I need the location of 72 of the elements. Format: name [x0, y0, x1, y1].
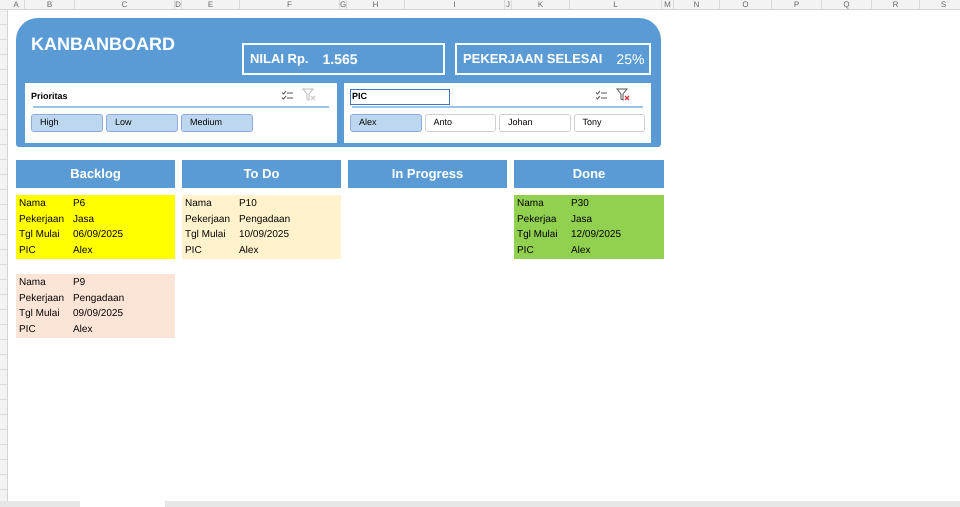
multi-select-icon[interactable] — [595, 90, 608, 100]
kanban-column-header: To Do — [182, 160, 341, 188]
field-label: PIC — [184, 244, 203, 258]
field-label: Nama — [184, 197, 213, 212]
field-value: P9 — [73, 276, 86, 290]
column-header[interactable]: B — [25, 0, 75, 9]
slicer-title: Prioritas — [31, 90, 68, 103]
column-header[interactable]: I — [405, 0, 505, 9]
slicer-item[interactable]: Low — [106, 114, 178, 132]
field-label: Nama — [18, 276, 47, 290]
field-value: Jasa — [571, 212, 592, 227]
field-label: Nama — [18, 197, 47, 212]
kanban-column-header: Done — [514, 160, 664, 188]
column-header[interactable]: A — [8, 0, 25, 9]
column-header[interactable]: P — [772, 0, 822, 9]
field-value: 09/09/2025 — [73, 307, 124, 322]
field-label: Pekerjaan — [18, 292, 66, 306]
field-label: PIC — [18, 322, 37, 337]
field-label: Pekerjaa — [516, 212, 558, 227]
field-label: Tgl Mulai — [184, 228, 227, 242]
slicer-item[interactable]: High — [31, 114, 103, 132]
kanban-column-header: Backlog — [16, 160, 175, 188]
column-header[interactable]: O — [720, 0, 772, 9]
field-value: P10 — [239, 197, 257, 212]
column-header[interactable]: R — [872, 0, 920, 9]
field-value: Alex — [73, 244, 92, 258]
field-label: Tgl Mulai — [18, 228, 61, 242]
field-value: P30 — [571, 197, 589, 212]
field-value: Pengadaan — [239, 212, 290, 227]
field-value: 12/09/2025 — [571, 228, 622, 242]
column-header[interactable]: M — [662, 0, 674, 9]
multi-select-icon[interactable] — [281, 90, 294, 100]
column-header[interactable]: D — [175, 0, 182, 9]
slicer-item[interactable]: Medium — [181, 114, 253, 132]
stat-label: PEKERJAAN SELESAI — [463, 50, 602, 68]
stat-label: NILAI Rp. — [250, 50, 308, 68]
slicer-item[interactable]: Anto — [424, 114, 496, 132]
stat-value: 25% — [616, 50, 644, 68]
slicer-item[interactable]: Alex — [350, 114, 422, 132]
field-label: PIC — [516, 244, 535, 258]
board-title: KANBANBOARD — [30, 33, 176, 56]
field-value: Pengadaan — [73, 292, 124, 306]
field-label: Tgl Mulai — [516, 228, 559, 242]
column-header[interactable]: H — [347, 0, 405, 9]
stat-value: 1.565 — [322, 50, 358, 68]
field-label: Tgl Mulai — [18, 307, 61, 322]
column-header[interactable]: J — [505, 0, 512, 9]
column-header[interactable]: G — [340, 0, 347, 9]
column-header[interactable]: F — [240, 0, 340, 9]
field-value: Alex — [239, 244, 258, 258]
column-header[interactable]: Q — [822, 0, 872, 9]
column-header[interactable]: C — [75, 0, 175, 9]
column-header[interactable]: N — [674, 0, 720, 9]
field-value: Alex — [571, 244, 590, 258]
field-label: Pekerjaan — [184, 212, 232, 227]
field-value: Alex — [73, 322, 92, 337]
field-value: P6 — [73, 197, 86, 212]
slicer-item[interactable]: Tony — [574, 114, 645, 132]
field-label: Pekerjaan — [18, 212, 66, 227]
slicer-title: PIC — [350, 89, 450, 104]
field-value: 06/09/2025 — [73, 228, 124, 242]
column-header[interactable]: S — [920, 0, 960, 9]
field-value: 10/09/2025 — [239, 228, 290, 242]
field-label: PIC — [18, 244, 37, 258]
column-header[interactable]: L — [570, 0, 662, 9]
slicer-item[interactable]: Johan — [499, 114, 570, 132]
column-header[interactable]: E — [182, 0, 240, 9]
field-label: Nama — [516, 197, 545, 212]
field-value: Jasa — [73, 212, 94, 227]
column-header[interactable]: K — [512, 0, 570, 9]
clear-filter-icon[interactable] — [616, 88, 631, 102]
kanban-column-header: In Progress — [348, 160, 507, 188]
